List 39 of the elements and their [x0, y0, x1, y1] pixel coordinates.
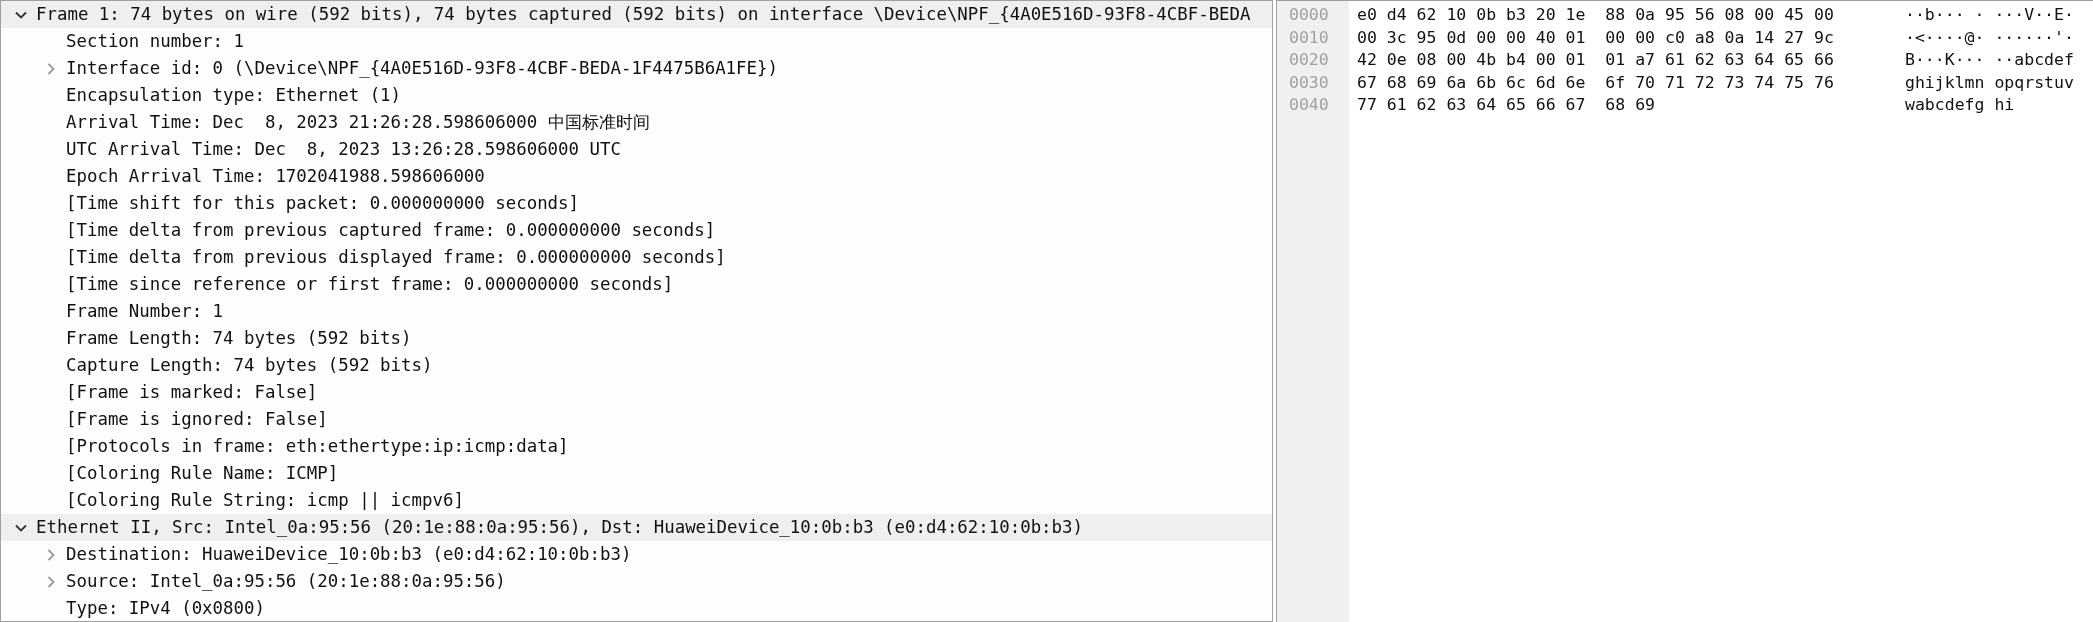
field-line[interactable]: Frame Length: 74 bytes (592 bits) — [66, 329, 412, 348]
field-line[interactable]: Frame Number: 1 — [66, 302, 224, 321]
ascii-bytes: ghijklmn opqrstuv — [1905, 74, 2074, 91]
chevron-right-icon[interactable] — [45, 62, 57, 75]
field-line[interactable]: Capture Length: 74 bytes (592 bits) — [66, 356, 433, 375]
field-line[interactable]: Interface id: 0 (\Device\NPF_{4A0E516D-93F8-4CBF-BEDA-1F4475B6A1FE}) — [66, 59, 778, 78]
field-line[interactable]: [Frame is ignored: False] — [66, 410, 328, 429]
byte-offset: 0010 — [1288, 29, 1330, 46]
field-line[interactable]: Source: Intel_0a:95:56 (20:1e:88:0a:95:56) — [66, 572, 506, 591]
hex-bytes: 00 3c 95 0d 00 00 40 01 00 00 c0 a8 0a 14 27 9c — [1356, 29, 1835, 46]
byte-offset: 0040 — [1288, 97, 1330, 114]
ascii-bytes: wabcdefg hi — [1905, 97, 2015, 114]
field-line[interactable]: Epoch Arrival Time: 1702041988.598606000 — [66, 167, 485, 186]
field-line[interactable]: Arrival Time: Dec 8, 2023 21:26:28.598606000 中国标准时间 — [66, 113, 650, 132]
byte-offset: 0020 — [1288, 52, 1330, 69]
field-line[interactable]: [Coloring Rule String: icmp || icmpv6] — [66, 491, 464, 510]
field-line[interactable]: [Frame is marked: False] — [66, 383, 318, 402]
field-line[interactable]: [Time shift for this packet: 0.000000000 seconds] — [66, 194, 580, 213]
ascii-bytes: ··b··· · ···V··E· — [1905, 7, 2074, 24]
ascii-bytes: ·<····@· ······'· — [1905, 29, 2074, 46]
byte-offset: 0000 — [1288, 7, 1330, 24]
hex-bytes: 42 0e 08 00 4b b4 00 01 01 a7 61 62 63 64 65 66 — [1356, 52, 1835, 69]
field-line[interactable]: [Protocols in frame: eth:ethertype:ip:icmp:data] — [66, 437, 569, 456]
field-line[interactable]: Section number: 1 — [66, 32, 244, 51]
field-line[interactable]: [Time delta from previous captured frame: 0.000000000 seconds] — [66, 221, 716, 240]
byte-offset: 0030 — [1288, 74, 1330, 91]
field-line[interactable]: Type: IPv4 (0x0800) — [66, 599, 265, 618]
chevron-right-icon[interactable] — [45, 548, 57, 561]
field-line[interactable]: Destination: HuaweiDevice_10:0b:b3 (e0:d4:62:10:0b:b3) — [66, 545, 632, 564]
hex-bytes: e0 d4 62 10 0b b3 20 1e 88 0a 95 56 08 00 45 00 — [1356, 7, 1835, 24]
chevron-right-icon[interactable] — [45, 575, 57, 588]
field-line[interactable]: UTC Arrival Time: Dec 8, 2023 13:26:28.598606000 UTC — [66, 140, 621, 159]
field-line[interactable]: Encapsulation type: Ethernet (1) — [66, 86, 402, 105]
field-line[interactable]: [Time delta from previous displayed frame: 0.000000000 seconds] — [66, 248, 726, 267]
hex-bytes: 77 61 62 63 64 65 66 67 68 69 — [1356, 97, 1656, 114]
ascii-bytes: B···K··· ··abcdef — [1905, 52, 2074, 69]
hex-bytes: 67 68 69 6a 6b 6c 6d 6e 6f 70 71 72 73 74 75 76 — [1356, 74, 1835, 91]
field-line[interactable]: [Time since reference or first frame: 0.000000000 seconds] — [66, 275, 674, 294]
field-line[interactable]: [Coloring Rule Name: ICMP] — [66, 464, 339, 483]
